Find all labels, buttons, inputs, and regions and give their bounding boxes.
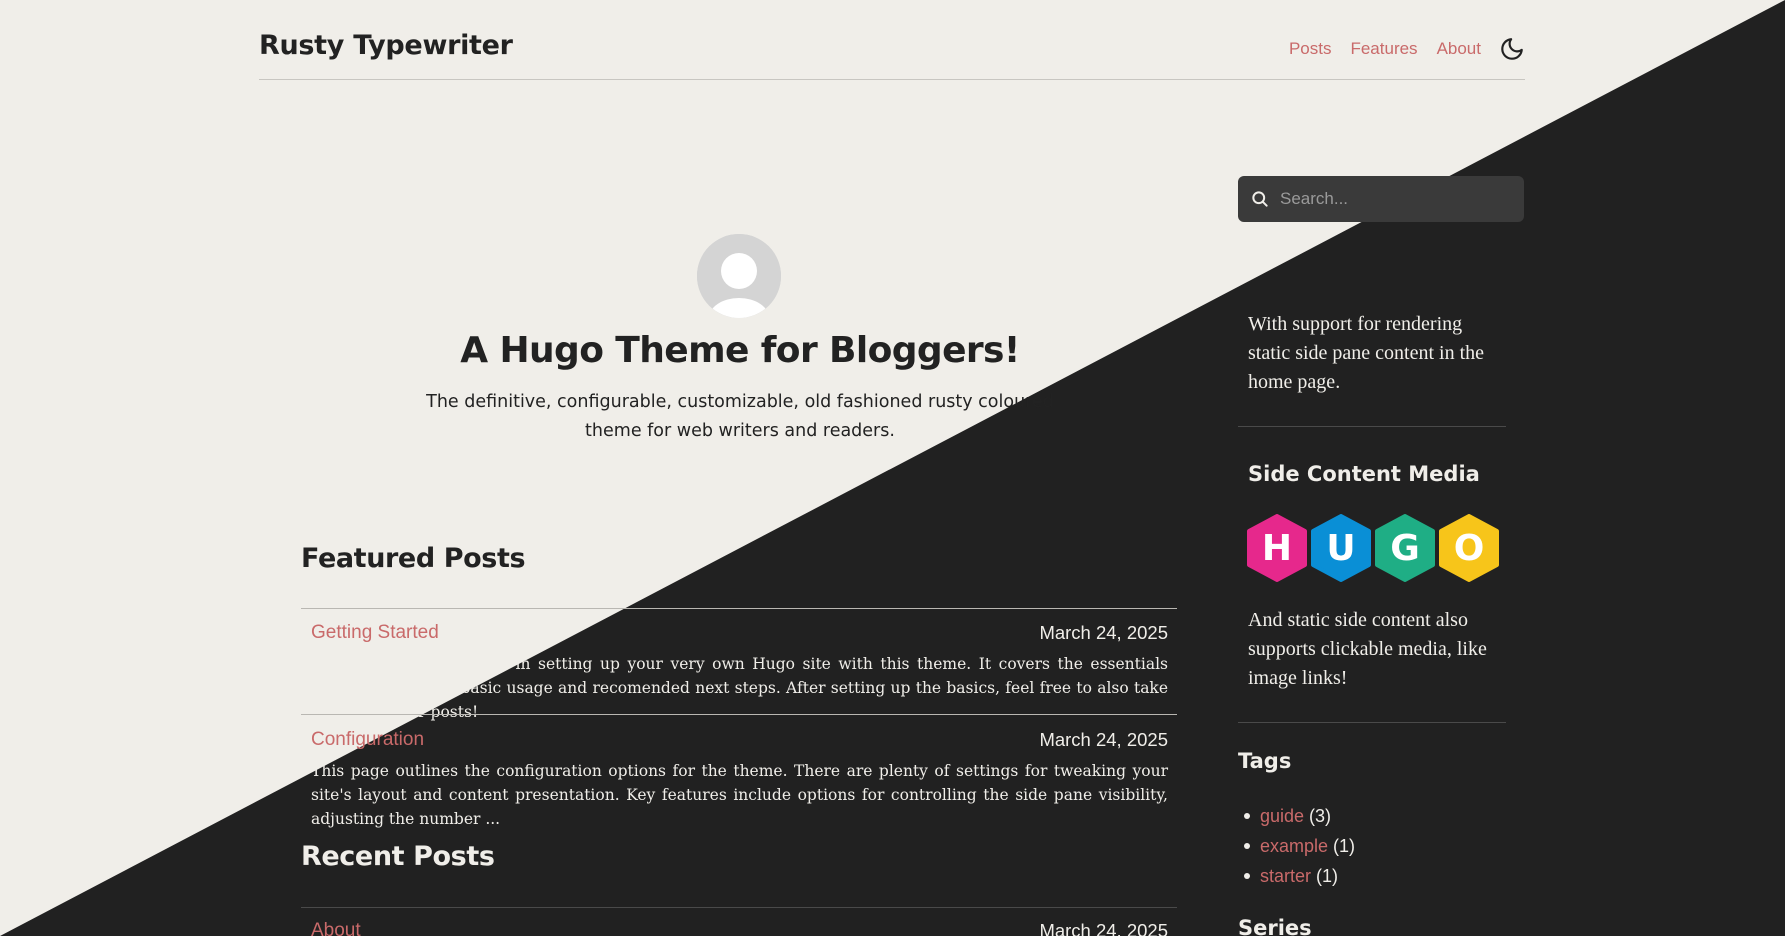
site-header: Rusty Typewriter Posts Features About <box>259 0 1525 80</box>
nav-item-about[interactable]: About <box>1437 39 1481 59</box>
tag-link-starter[interactable]: starter <box>1260 866 1311 887</box>
tags-list: guide (3) example (1) starter (1) <box>1238 801 1355 891</box>
divider <box>1238 722 1506 723</box>
hugo-letter-h: H <box>1262 528 1292 569</box>
series-heading: Series <box>1238 916 1312 936</box>
bullet <box>1244 873 1250 879</box>
hero-title: A Hugo Theme for Bloggers! <box>460 330 1020 371</box>
hugo-hex-h: H <box>1247 514 1307 582</box>
post-date: March 24, 2025 <box>1039 622 1168 643</box>
tag-item: guide (3) <box>1238 801 1355 831</box>
nav-item-posts[interactable]: Posts <box>1289 39 1332 59</box>
post-date: March 24, 2025 <box>1039 729 1168 750</box>
featured-posts-heading: Featured Posts <box>301 543 526 574</box>
page: Rusty Typewriter Posts Features About Se… <box>0 0 1785 936</box>
post-title-about[interactable]: About <box>311 920 361 936</box>
search-icon <box>1250 189 1270 209</box>
sidebar-media-text: And static side content also supports cl… <box>1248 609 1487 689</box>
tag-item: starter (1) <box>1238 861 1355 891</box>
bullet <box>1244 843 1250 849</box>
sidebar-intro-text: With support for rendering static side p… <box>1248 313 1485 393</box>
hugo-hex-u: U <box>1311 514 1371 582</box>
tag-count: (1) <box>1333 835 1356 856</box>
hugo-letter-g: G <box>1390 528 1420 569</box>
tag-item: example (1) <box>1238 831 1355 861</box>
tag-count: (1) <box>1316 865 1339 886</box>
side-content-media-heading: Side Content Media <box>1248 462 1480 486</box>
tags-heading: Tags <box>1238 749 1292 773</box>
divider <box>301 907 1177 908</box>
divider <box>1238 426 1506 427</box>
hugo-hex-g: G <box>1375 514 1435 582</box>
hugo-logo-link[interactable]: H U G O <box>1246 514 1502 582</box>
tag-link-example[interactable]: example <box>1260 836 1328 857</box>
main-nav: Posts Features About <box>1270 36 1525 62</box>
moon-icon[interactable] <box>1499 36 1525 62</box>
hero-subtitle: The definitive, configurable, customizab… <box>400 388 1080 446</box>
site-title[interactable]: Rusty Typewriter <box>259 30 513 61</box>
divider <box>301 714 1177 715</box>
hugo-letter-u: U <box>1326 528 1355 569</box>
post-title-getting-started[interactable]: Getting Started <box>311 622 439 644</box>
bullet <box>1244 813 1250 819</box>
post-date: March 24, 2025 <box>1039 920 1168 936</box>
tag-link-guide[interactable]: guide <box>1260 806 1304 827</box>
divider <box>301 608 1177 609</box>
post-title-configuration[interactable]: Configuration <box>311 729 424 751</box>
nav-item-features[interactable]: Features <box>1350 39 1417 59</box>
recent-posts-heading: Recent Posts <box>301 841 495 872</box>
hero-subtitle-line1: The definitive, configurable, customizab… <box>426 392 1054 412</box>
hugo-hex-o: O <box>1439 514 1499 582</box>
user-avatar-icon <box>697 234 781 318</box>
search-box <box>1238 176 1524 222</box>
tag-count: (3) <box>1309 805 1332 826</box>
hugo-letter-o: O <box>1454 528 1485 569</box>
post-summary: This page outlines the configuration opt… <box>311 762 1168 828</box>
search-input[interactable] <box>1280 189 1510 209</box>
hero-subtitle-line2: theme for web writers and readers. <box>585 421 895 441</box>
